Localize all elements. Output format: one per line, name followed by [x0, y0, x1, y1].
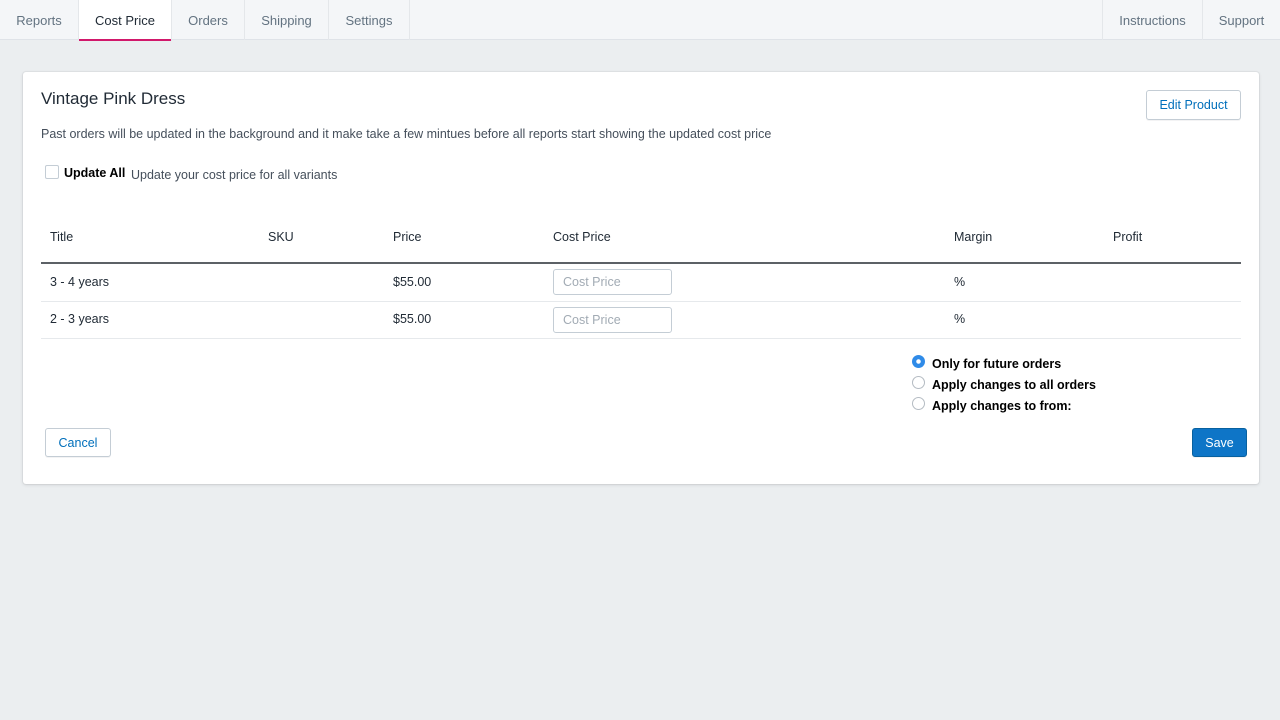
update-all-checkbox[interactable] — [45, 165, 59, 179]
product-title: Vintage Pink Dress — [41, 89, 186, 108]
variant-title: 2 - 3 years — [50, 312, 110, 326]
cost-price-input[interactable] — [553, 269, 672, 295]
update-all-help: Update your cost price for all variants — [131, 168, 338, 182]
tab-orders[interactable]: Orders — [172, 0, 245, 40]
tab-settings[interactable]: Settings — [329, 0, 410, 40]
row-divider — [41, 338, 1241, 339]
update-all-label: Update All — [64, 166, 126, 180]
save-button[interactable]: Save — [1192, 428, 1247, 457]
variant-margin: % — [954, 275, 966, 289]
cost-price-card: Vintage Pink Dress Edit Product Past ord… — [23, 72, 1259, 484]
tab-reports[interactable]: Reports — [0, 0, 79, 40]
variant-price: $55.00 — [393, 275, 432, 289]
variant-margin: % — [954, 312, 966, 326]
col-profit-header: Profit — [1113, 230, 1143, 244]
col-sku-header: SKU — [268, 230, 294, 244]
top-nav: Reports Cost Price Orders Shipping Setti… — [0, 0, 1280, 41]
cancel-button[interactable]: Cancel — [45, 428, 111, 457]
cost-price-input[interactable] — [553, 307, 672, 333]
all-orders-radio[interactable] — [912, 376, 925, 389]
future-orders-radio[interactable] — [912, 355, 925, 368]
from-date-label[interactable]: Apply changes to from: — [932, 399, 1072, 413]
all-orders-label[interactable]: Apply changes to all orders — [932, 378, 1096, 392]
variant-title: 3 - 4 years — [50, 275, 110, 289]
table-header-divider — [41, 262, 1241, 264]
edit-product-button[interactable]: Edit Product — [1146, 90, 1241, 120]
background-update-note: Past orders will be updated in the backg… — [41, 127, 772, 141]
instructions-link[interactable]: Instructions — [1102, 0, 1202, 40]
future-orders-label[interactable]: Only for future orders — [932, 357, 1061, 371]
col-title-header: Title — [50, 230, 74, 244]
tab-shipping[interactable]: Shipping — [245, 0, 329, 40]
support-link[interactable]: Support — [1202, 0, 1280, 40]
col-cost-price-header: Cost Price — [553, 230, 611, 244]
variant-price: $55.00 — [393, 312, 432, 326]
row-divider — [41, 301, 1241, 302]
col-price-header: Price — [393, 230, 422, 244]
col-margin-header: Margin — [954, 230, 993, 244]
from-date-radio[interactable] — [912, 397, 925, 410]
tab-cost-price[interactable]: Cost Price — [79, 0, 172, 41]
